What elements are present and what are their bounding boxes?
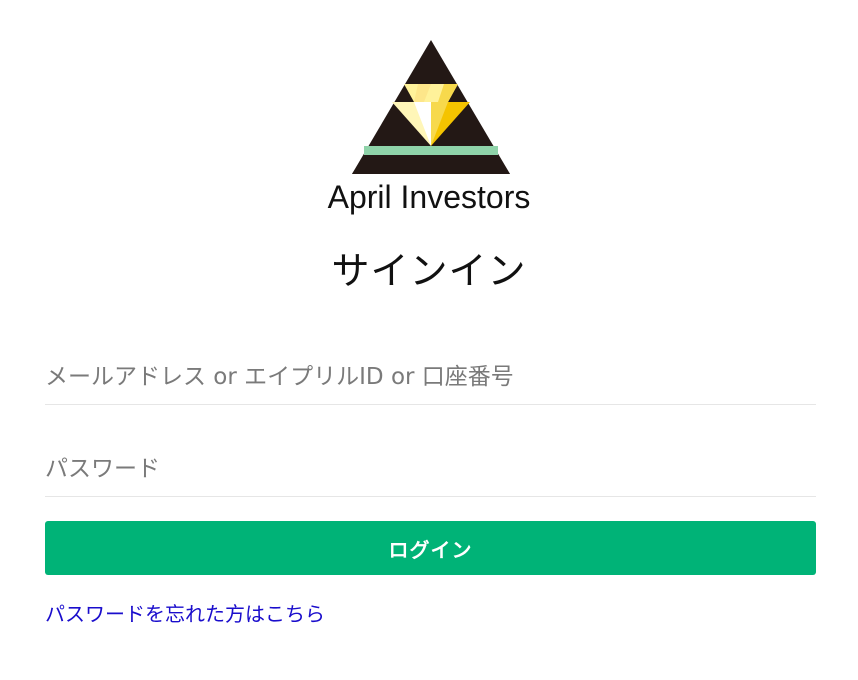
login-button[interactable]: ログイン: [45, 521, 816, 575]
sign-in-page: April Investors サインイン ログイン パスワードを忘れた方はこち…: [0, 0, 858, 680]
brand-name: April Investors: [327, 179, 531, 215]
brand-logo-icon: [352, 40, 510, 174]
email-input[interactable]: [45, 349, 816, 405]
page-title: サインイン: [331, 249, 527, 293]
password-input[interactable]: [45, 441, 816, 497]
forgot-password-link[interactable]: パスワードを忘れた方はこちら: [45, 600, 325, 628]
